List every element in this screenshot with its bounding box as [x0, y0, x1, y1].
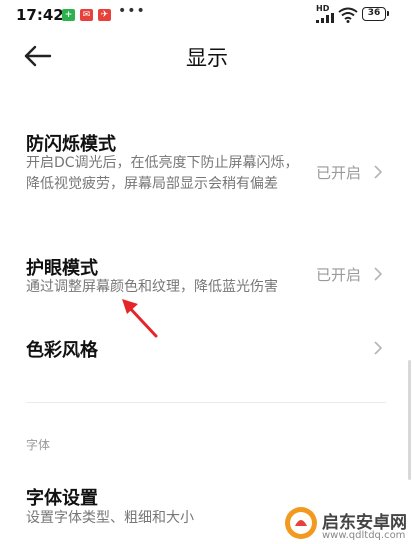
- notification-app-icon: ✉: [80, 9, 93, 21]
- network-label: HD: [316, 4, 330, 13]
- setting-eye-protection[interactable]: 护眼模式 通过调整屏幕颜色和纹理，降低蓝光伤害 已开启: [0, 250, 414, 302]
- chevron-right-icon: [374, 341, 383, 355]
- section-divider: [26, 402, 386, 403]
- setting-title: 字体设置: [26, 488, 98, 509]
- battery-icon: 36: [362, 7, 389, 21]
- signal-icon: [316, 13, 334, 23]
- notification-app-icon: +: [62, 9, 75, 21]
- setting-anti-flicker[interactable]: 防闪烁模式 开启DC调光后，在低亮度下防止屏幕闪烁，降低视觉疲劳，屏幕局部显示会…: [0, 126, 414, 220]
- setting-title: 色彩风格: [26, 340, 98, 361]
- page-title: 显示: [186, 46, 228, 70]
- setting-status: 已开启: [316, 266, 362, 284]
- status-time: 17:42: [16, 6, 64, 24]
- scrollbar[interactable]: [408, 360, 411, 480]
- wifi-icon: [338, 7, 358, 23]
- watermark-url: www.qdltdq.com: [322, 530, 406, 541]
- setting-description: 设置字体类型、粗细和大小: [26, 510, 194, 526]
- more-notifications-icon: •••: [118, 3, 146, 19]
- notification-app-icon: ✈: [98, 9, 111, 21]
- chevron-right-icon: [374, 267, 383, 281]
- page-header: 显示: [0, 30, 414, 86]
- setting-color-style[interactable]: 色彩风格: [0, 334, 414, 364]
- watermark-logo-icon: [285, 507, 317, 539]
- section-label-font: 字体: [26, 438, 51, 452]
- setting-description: 通过调整屏幕颜色和纹理，降低蓝光伤害: [26, 279, 278, 295]
- chevron-right-icon: [374, 165, 383, 179]
- setting-description: 开启DC调光后，在低亮度下防止屏幕闪烁，降低视觉疲劳，屏幕局部显示会稍有偏差: [26, 155, 299, 192]
- status-bar: 17:42 + ✉ ✈ ••• HD 36: [0, 0, 414, 30]
- setting-status: 已开启: [316, 164, 362, 182]
